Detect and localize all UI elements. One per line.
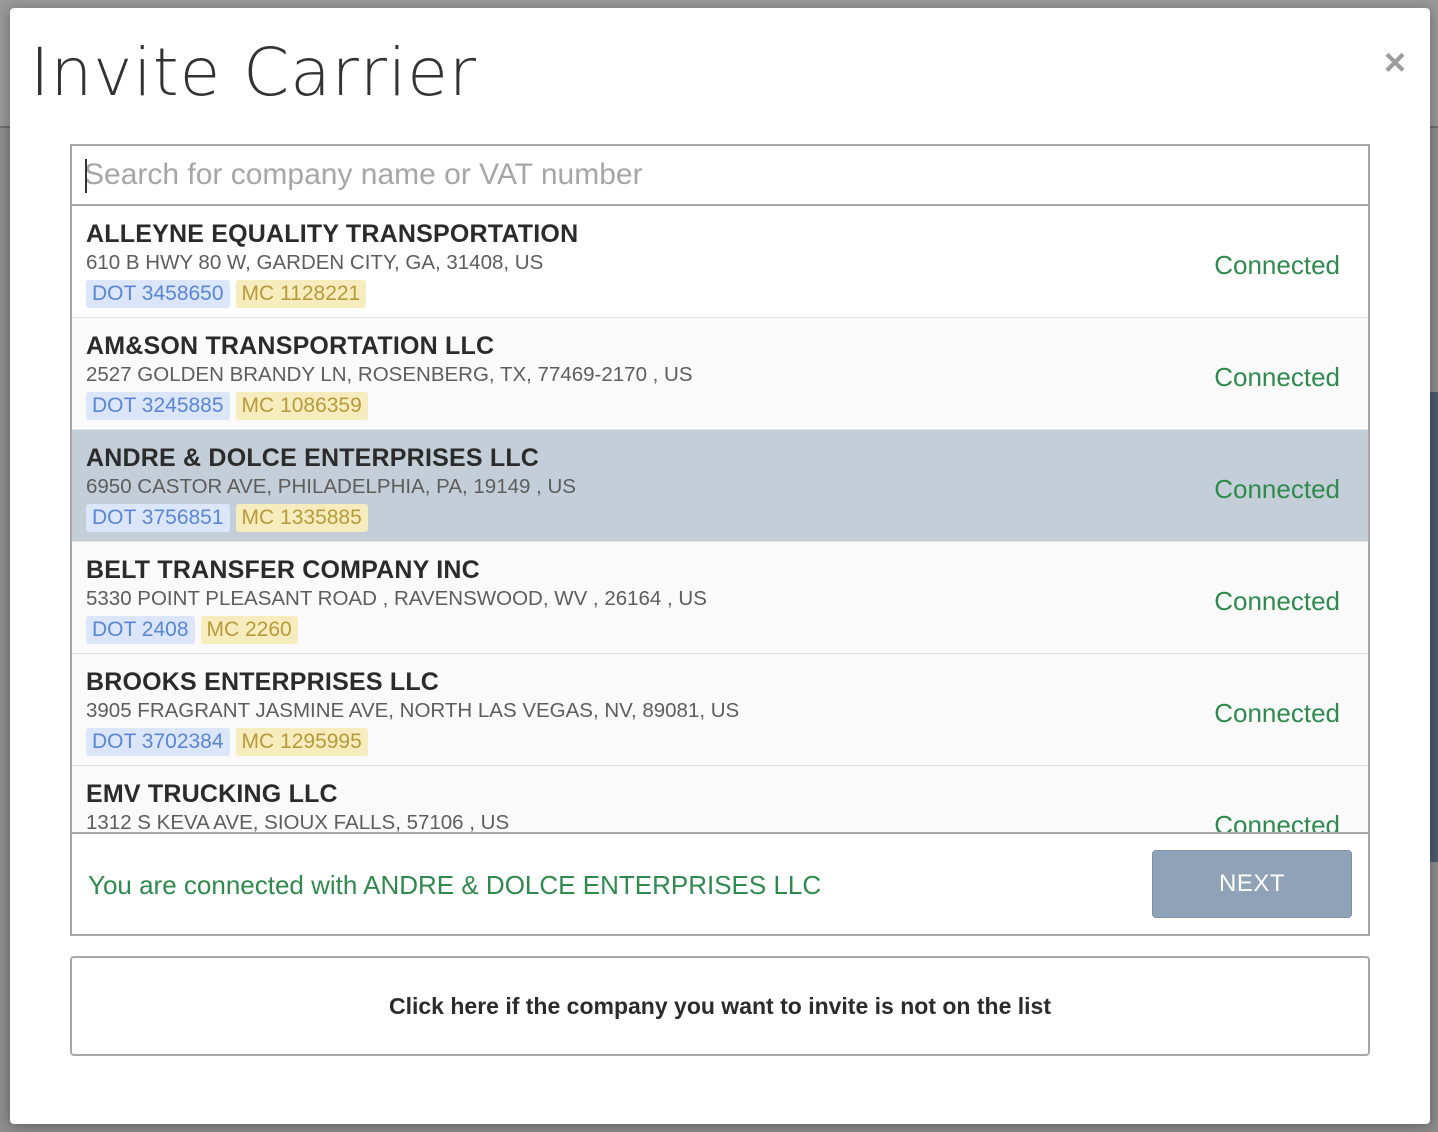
connection-message: You are connected with ANDRE & DOLCE ENT… [88,870,822,900]
carrier-row[interactable]: AM&SON TRANSPORTATION LLC 2527 GOLDEN BR… [72,318,1368,430]
carrier-name: AM&SON TRANSPORTATION LLC [86,332,495,360]
search-input[interactable] [72,146,1368,206]
carrier-name: ALLEYNE EQUALITY TRANSPORTATION [86,220,579,248]
carrier-address: 6950 CASTOR AVE, PHILADELPHIA, PA, 19149… [86,475,576,498]
carrier-address: 1312 S KEVA AVE, SIOUX FALLS, 57106 , US [86,811,510,832]
dot-number-badge: DOT 3458650 [86,280,230,308]
next-button[interactable]: NEXT [1152,850,1352,918]
carrier-row[interactable]: BELT TRANSFER COMPANY INC 5330 POINT PLE… [72,542,1368,654]
dot-number-badge: DOT 3702384 [86,728,230,756]
carrier-row[interactable]: EMV TRUCKING LLC 1312 S KEVA AVE, SIOUX … [72,766,1368,832]
close-icon[interactable]: × [1380,44,1410,82]
carrier-row[interactable]: ALLEYNE EQUALITY TRANSPORTATION 610 B HW… [72,206,1368,318]
carrier-address: 610 B HWY 80 W, GARDEN CITY, GA, 31408, … [86,251,544,274]
mc-number-badge: MC 1335885 [235,504,368,532]
carrier-address: 2527 GOLDEN BRANDY LN, ROSENBERG, TX, 77… [86,363,693,386]
carrier-name: EMV TRUCKING LLC [86,780,338,808]
mc-number-badge: MC 2260 [200,616,298,644]
text-caret [85,159,87,193]
dot-number-badge: DOT 3756851 [86,504,230,532]
carrier-row[interactable]: ANDRE & DOLCE ENTERPRISES LLC 6950 CASTO… [72,430,1368,542]
company-not-listed-button[interactable]: Click here if the company you want to in… [70,956,1370,1056]
connection-status: Connected [1214,362,1340,392]
mc-number-badge: MC 1086359 [235,392,368,420]
carrier-row[interactable]: BROOKS ENTERPRISES LLC 3905 FRAGRANT JAS… [72,654,1368,766]
carrier-name: BROOKS ENTERPRISES LLC [86,668,440,696]
dot-number-badge: DOT 3245885 [86,392,230,420]
carrier-name: ANDRE & DOLCE ENTERPRISES LLC [86,444,540,472]
carrier-picker: ALLEYNE EQUALITY TRANSPORTATION 610 B HW… [70,144,1370,936]
modal-title: Invite Carrier [30,34,478,111]
carrier-badges: DOT 3702384 MC 1295995 [86,728,1354,756]
connection-status: Connected [1214,250,1340,280]
mc-number-badge: MC 1128221 [235,280,367,308]
carrier-address: 5330 POINT PLEASANT ROAD , RAVENSWOOD, W… [86,587,707,610]
connection-status: Connected [1214,474,1340,504]
carrier-badges: DOT 3458650 MC 1128221 [86,280,1354,308]
carrier-name: BELT TRANSFER COMPANY INC [86,556,480,584]
carrier-badges: DOT 3245885 MC 1086359 [86,392,1354,420]
carrier-address: 3905 FRAGRANT JASMINE AVE, NORTH LAS VEG… [86,699,740,722]
connection-status: Connected [1214,810,1340,832]
mc-number-badge: MC 1295995 [235,728,368,756]
connection-status: Connected [1214,698,1340,728]
invite-carrier-modal: Invite Carrier × ALLEYNE EQUALITY TRANSP… [10,8,1430,1124]
connection-status: Connected [1214,586,1340,616]
carrier-badges: DOT 3756851 MC 1335885 [86,504,1354,532]
carrier-badges: DOT 2408 MC 2260 [86,616,1354,644]
dot-number-badge: DOT 2408 [86,616,195,644]
picker-footer: You are connected with ANDRE & DOLCE ENT… [72,832,1368,934]
carrier-results-list[interactable]: ALLEYNE EQUALITY TRANSPORTATION 610 B HW… [72,206,1368,832]
